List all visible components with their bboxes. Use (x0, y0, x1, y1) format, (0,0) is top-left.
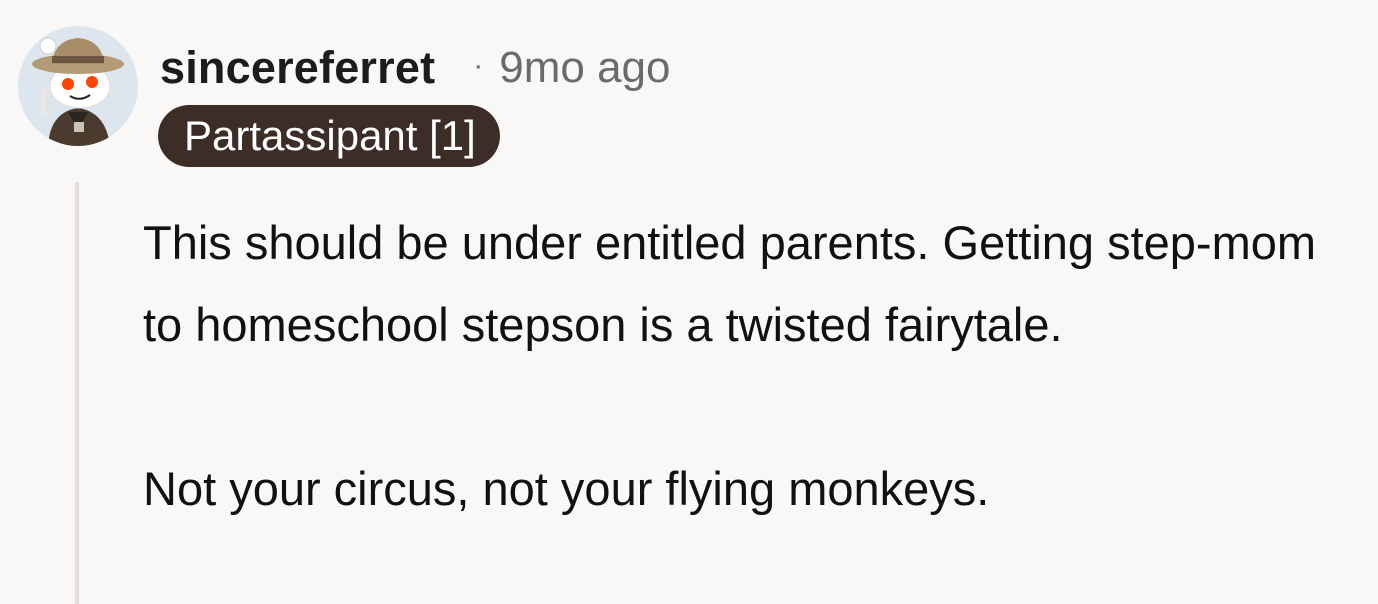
timestamp-link[interactable]: 9mo ago (499, 43, 670, 93)
snoo-avatar-icon (32, 37, 124, 146)
comment-header: sincereferret · 9mo ago (160, 38, 671, 98)
comment-paragraph: This should be under entitled parents. G… (143, 216, 1317, 351)
user-avatar[interactable] (18, 26, 138, 146)
comment-body: This should be under entitled parents. G… (143, 202, 1358, 530)
comment: sincereferret · 9mo ago Partassipant [1]… (0, 0, 1378, 604)
user-flair-badge: Partassipant [1] (158, 105, 500, 167)
username-link[interactable]: sincereferret (160, 42, 435, 94)
comment-paragraph: Not your circus, not your flying monkeys… (143, 462, 990, 515)
separator-dot: · (473, 49, 484, 82)
thread-collapse-line[interactable] (75, 182, 79, 604)
